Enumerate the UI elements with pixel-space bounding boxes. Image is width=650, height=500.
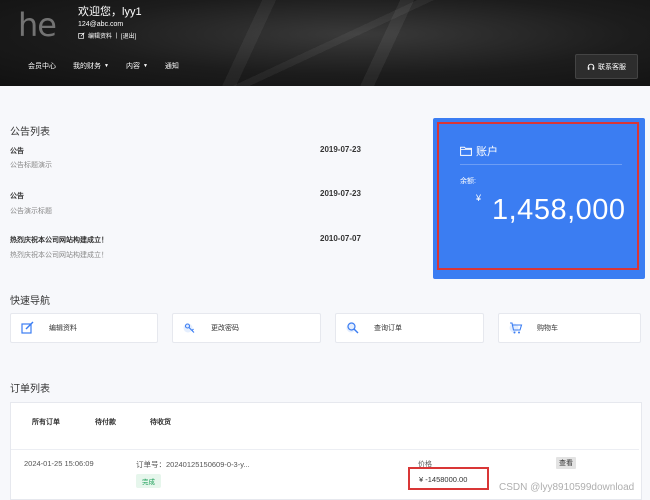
key-icon (183, 323, 195, 333)
order-number: 订单号：20240125150609-0-3-y... (136, 460, 250, 469)
quick-nav-title: 快速导航 (10, 296, 50, 307)
watermark: CSDN @lyy8910599download (499, 482, 635, 493)
search-icon (346, 322, 359, 334)
nav-label: 我的财务 (73, 63, 101, 70)
site-logo[interactable]: he (10, 4, 70, 50)
quick-nav-edit-profile[interactable]: 编辑资料 (10, 313, 158, 343)
caret-down-icon: ▼ (104, 63, 109, 69)
main-nav: 会员中心 我的财务 ▼ 内容 ▼ 通知 (28, 61, 196, 71)
status-badge: 完成 (136, 474, 161, 488)
user-email: 124@abc.com (78, 21, 124, 28)
divider (11, 449, 639, 450)
balance-value: 1,458,000 (492, 194, 626, 226)
nav-label: 通知 (164, 63, 179, 70)
quick-nav-cart[interactable]: 购物车 (498, 313, 641, 343)
view-order-button[interactable]: 查看 (556, 457, 576, 469)
divider (460, 164, 622, 165)
quick-nav-label: 编辑资料 (49, 325, 77, 332)
nav-item-notifications[interactable]: 通知 (165, 61, 179, 71)
announcement-title[interactable]: 热烈庆祝本公司网站构建成立！ (10, 235, 108, 245)
nav-item-member-center[interactable]: 会员中心 (28, 61, 56, 71)
announcement-date: 2010-07-07 (320, 234, 361, 243)
tab-all-orders[interactable]: 所有订单 (32, 417, 60, 427)
highlight-box (408, 467, 489, 490)
order-date: 2024-01-25 15:06:09 (24, 459, 94, 468)
quick-nav-label: 更改密码 (211, 325, 239, 332)
logout-link[interactable]: [退出] (121, 31, 136, 40)
nav-item-finance[interactable]: 我的财务 ▼ (73, 61, 109, 71)
tab-pending-payment[interactable]: 待付款 (95, 417, 116, 427)
announcement-subtitle: 公告标题演示 (10, 162, 52, 169)
edit-icon (78, 32, 85, 39)
link-separator: | (115, 32, 118, 39)
welcome-text: 欢迎您，lyy1 (78, 6, 142, 18)
announcement-subtitle: 公告演示标题 (10, 208, 52, 215)
quick-nav-label: 购物车 (537, 325, 558, 332)
edit-profile-link[interactable]: 编辑资料 (88, 31, 112, 40)
edit-icon (21, 321, 34, 334)
account-title: 账户 (460, 143, 498, 159)
headset-icon (587, 63, 595, 70)
contact-service-button[interactable]: 联系客服 (575, 54, 638, 79)
currency-symbol: ¥ (476, 193, 482, 203)
tab-pending-receipt[interactable]: 待收货 (150, 417, 171, 427)
cart-icon (509, 322, 523, 334)
contact-service-label: 联系客服 (598, 63, 626, 71)
announcements-title: 公告列表 (10, 127, 50, 138)
announcement-subtitle: 热烈庆祝本公司网站构建成立！ (10, 252, 108, 259)
account-title-label: 账户 (476, 146, 498, 158)
user-links: 编辑资料 | [退出] (78, 31, 136, 40)
announcement-date: 2019-07-23 (320, 145, 361, 154)
nav-label: 会员中心 (28, 63, 56, 70)
quick-nav-change-password[interactable]: 更改密码 (172, 313, 321, 343)
quick-nav-label: 查询订单 (374, 325, 402, 332)
nav-item-content[interactable]: 内容 ▼ (126, 61, 148, 71)
balance-label: 余额: (460, 178, 476, 185)
logo-text: he (18, 6, 57, 44)
nav-label: 内容 (125, 63, 140, 70)
announcement-title[interactable]: 公告 (10, 191, 24, 201)
orders-title: 订单列表 (10, 384, 50, 395)
folder-icon (460, 146, 472, 156)
announcement-title[interactable]: 公告 (10, 146, 24, 156)
quick-nav-search-orders[interactable]: 查询订单 (335, 313, 484, 343)
caret-down-icon: ▼ (142, 63, 148, 69)
header: he 欢迎您，lyy1 124@abc.com 编辑资料 | [退出] 会员中心… (0, 0, 650, 86)
announcement-date: 2019-07-23 (320, 189, 361, 198)
